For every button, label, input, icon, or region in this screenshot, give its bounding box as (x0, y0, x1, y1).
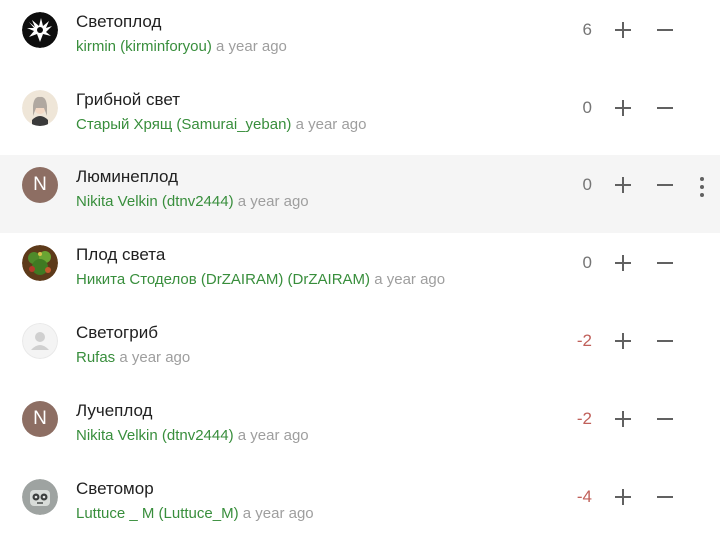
upvote-button[interactable] (608, 15, 638, 45)
timestamp: a year ago (216, 38, 287, 55)
minus-icon (657, 340, 673, 342)
timestamp: a year ago (374, 271, 446, 288)
author-link[interactable]: Старый Хрящ (Samurai_yeban) (76, 116, 291, 133)
downvote-button[interactable] (650, 404, 680, 434)
vote-score: 6 (582, 20, 592, 39)
suggestion-meta: kirmin (kirminforyou) a year ago (76, 38, 287, 55)
vote-score: -4 (576, 487, 592, 506)
suggestion-list: Светоплод kirmin (kirminforyou) a year a… (0, 0, 720, 533)
suggestion-title: Лучеплод (76, 401, 153, 420)
upvote-button[interactable] (608, 482, 638, 512)
upvote-button[interactable] (608, 326, 638, 356)
suggestion-row[interactable]: Плод света Никита Стоделов (DrZAIRAM) (D… (0, 233, 720, 311)
user-avatar[interactable] (22, 12, 58, 48)
character-avatar-icon (22, 90, 58, 126)
suggestion-title: Светоплод (76, 12, 162, 31)
suggestion-row[interactable]: N Лучеплод Nikita Velkin (dtnv2444) a ye… (0, 389, 720, 467)
plus-icon (615, 333, 631, 349)
suggestion-row[interactable]: Светоплод kirmin (kirminforyou) a year a… (0, 0, 720, 78)
upvote-button[interactable] (608, 404, 638, 434)
timestamp: a year ago (237, 193, 309, 210)
vote-score: 0 (582, 253, 592, 272)
minus-icon (657, 107, 673, 109)
user-avatar[interactable] (22, 323, 58, 359)
author-link[interactable]: Rufas (76, 349, 115, 366)
default-user-avatar-icon (22, 323, 58, 359)
author-link[interactable]: Nikita Velkin (dtnv2444) (76, 427, 234, 444)
suggestion-row[interactable]: Грибной свет Старый Хрящ (Samurai_yeban)… (0, 78, 720, 156)
vote-score: -2 (576, 331, 592, 350)
suggestion-title: Люминеплод (76, 167, 179, 186)
minus-icon (657, 184, 673, 186)
downvote-button[interactable] (650, 326, 680, 356)
wolf-avatar-icon (22, 12, 58, 48)
upvote-button[interactable] (608, 93, 638, 123)
suggestion-title: Светогриб (76, 323, 158, 342)
avatar-letter: N (33, 408, 47, 429)
more-vertical-icon[interactable] (692, 175, 712, 199)
minus-icon (657, 496, 673, 498)
avatar-letter: N (33, 174, 47, 195)
suggestion-meta: Nikita Velkin (dtnv2444) a year ago (76, 427, 309, 444)
user-avatar[interactable] (22, 90, 58, 126)
plus-icon (615, 411, 631, 427)
user-avatar[interactable]: N (22, 401, 58, 437)
author-link[interactable]: Nikita Velkin (dtnv2444) (76, 193, 234, 210)
author-link[interactable]: Luttuce _ M (Luttuce_M) (76, 505, 239, 522)
plus-icon (615, 177, 631, 193)
minus-icon (657, 262, 673, 264)
robot-avatar-icon (22, 479, 58, 515)
plus-icon (615, 22, 631, 38)
vote-score: -2 (576, 409, 592, 428)
suggestion-title: Плод света (76, 245, 166, 264)
vote-score: 0 (582, 175, 592, 194)
timestamp: a year ago (295, 116, 367, 133)
downvote-button[interactable] (650, 93, 680, 123)
downvote-button[interactable] (650, 15, 680, 45)
minus-icon (657, 418, 673, 420)
plus-icon (615, 100, 631, 116)
suggestion-meta: Rufas a year ago (76, 349, 190, 366)
downvote-button[interactable] (650, 482, 680, 512)
plus-icon (615, 489, 631, 505)
timestamp: a year ago (119, 349, 191, 366)
suggestion-title: Светомор (76, 479, 154, 498)
user-avatar[interactable]: N (22, 167, 58, 203)
suggestion-row[interactable]: Светомор Luttuce _ M (Luttuce_M) a year … (0, 467, 720, 533)
vote-score: 0 (582, 98, 592, 117)
suggestion-meta: Никита Стоделов (DrZAIRAM) (DrZAIRAM) a … (76, 271, 445, 288)
timestamp: a year ago (242, 505, 314, 522)
author-link[interactable]: kirmin (kirminforyou) (76, 38, 212, 55)
plant-avatar-icon (22, 245, 58, 281)
user-avatar[interactable] (22, 245, 58, 281)
upvote-button[interactable] (608, 248, 638, 278)
suggestion-meta: Nikita Velkin (dtnv2444) a year ago (76, 193, 309, 210)
suggestion-row[interactable]: Светогриб Rufas a year ago -2 (0, 311, 720, 389)
upvote-button[interactable] (608, 170, 638, 200)
author-link[interactable]: Никита Стоделов (DrZAIRAM) (DrZAIRAM) (76, 271, 370, 288)
suggestion-title: Грибной свет (76, 90, 181, 109)
suggestion-meta: Старый Хрящ (Samurai_yeban) a year ago (76, 116, 366, 133)
suggestion-row[interactable]: N Люминеплод Nikita Velkin (dtnv2444) a … (0, 155, 720, 233)
user-avatar[interactable] (22, 479, 58, 515)
minus-icon (657, 29, 673, 31)
timestamp: a year ago (237, 427, 309, 444)
downvote-button[interactable] (650, 170, 680, 200)
downvote-button[interactable] (650, 248, 680, 278)
plus-icon (615, 255, 631, 271)
suggestion-meta: Luttuce _ M (Luttuce_M) a year ago (76, 505, 314, 522)
